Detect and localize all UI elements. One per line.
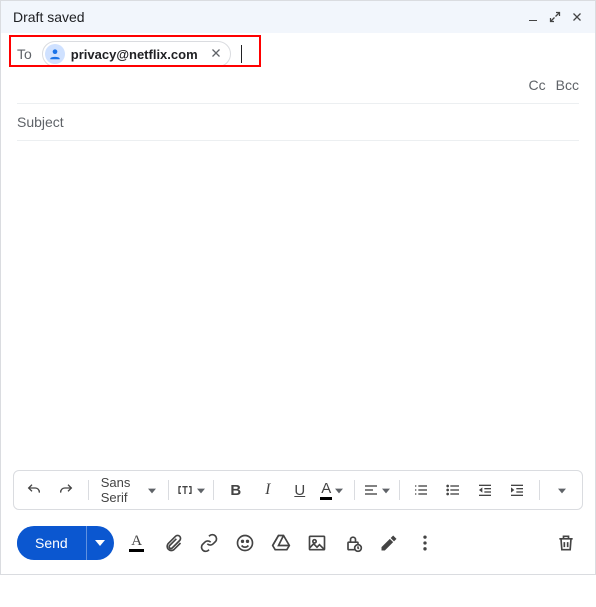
bottom-toolbar: Send A — [1, 518, 595, 574]
italic-button[interactable]: I — [254, 476, 282, 504]
font-size-button[interactable] — [177, 476, 205, 504]
close-icon[interactable] — [571, 11, 583, 23]
insert-signature-button[interactable] — [376, 530, 402, 556]
separator — [168, 480, 169, 500]
text-color-icon: A — [320, 480, 332, 500]
separator — [213, 480, 214, 500]
separator — [88, 480, 89, 500]
send-button-group: Send — [17, 526, 114, 560]
chip-remove-icon[interactable] — [208, 46, 224, 62]
chevron-down-icon — [148, 483, 156, 498]
window-title: Draft saved — [13, 9, 85, 25]
left-tools: Send A — [17, 526, 438, 560]
window-actions — [527, 11, 583, 23]
recipient-chip[interactable]: privacy@netflix.com — [42, 41, 231, 67]
bulleted-list-button[interactable] — [439, 476, 467, 504]
attach-file-button[interactable] — [160, 530, 186, 556]
expand-icon[interactable] — [549, 11, 561, 23]
cc-button[interactable]: Cc — [529, 77, 546, 93]
indent-more-button[interactable] — [503, 476, 531, 504]
font-family-label: Sans Serif — [101, 475, 143, 505]
send-options-button[interactable] — [86, 526, 114, 560]
recipient-email: privacy@netflix.com — [71, 47, 198, 62]
titlebar: Draft saved — [1, 1, 595, 33]
redo-button[interactable] — [52, 476, 80, 504]
more-formatting-button[interactable] — [548, 476, 576, 504]
insert-emoji-button[interactable] — [232, 530, 258, 556]
font-family-select[interactable]: Sans Serif — [97, 475, 161, 505]
to-row[interactable]: To privacy@netflix.com — [17, 33, 579, 73]
text-cursor — [241, 45, 242, 63]
chevron-down-icon — [197, 482, 205, 498]
cc-bcc-row: Cc Bcc — [17, 73, 579, 104]
compose-window: Draft saved To privacy@netflix.com — [0, 0, 596, 575]
formatting-toolbar: Sans Serif B I U A — [13, 470, 583, 510]
bcc-button[interactable]: Bcc — [556, 77, 579, 93]
recipients-section: To privacy@netflix.com Cc Bcc — [1, 33, 595, 470]
formatting-options-button[interactable]: A — [124, 530, 150, 556]
text-color-button[interactable]: A — [318, 476, 346, 504]
insert-photo-button[interactable] — [304, 530, 330, 556]
separator — [539, 480, 540, 500]
chevron-down-icon — [335, 482, 343, 498]
insert-link-button[interactable] — [196, 530, 222, 556]
numbered-list-button[interactable] — [407, 476, 435, 504]
avatar-icon — [45, 44, 65, 64]
undo-button[interactable] — [20, 476, 48, 504]
confidential-mode-button[interactable] — [340, 530, 366, 556]
indent-less-button[interactable] — [471, 476, 499, 504]
separator — [399, 480, 400, 500]
more-options-button[interactable] — [412, 530, 438, 556]
minimize-icon[interactable] — [527, 11, 539, 23]
body-textarea[interactable] — [17, 141, 579, 467]
align-button[interactable] — [363, 476, 391, 504]
subject-input[interactable] — [17, 104, 579, 141]
chevron-down-icon — [382, 482, 390, 498]
send-button[interactable]: Send — [17, 527, 86, 559]
separator — [354, 480, 355, 500]
underline-button[interactable]: U — [286, 476, 314, 504]
insert-drive-button[interactable] — [268, 530, 294, 556]
discard-draft-button[interactable] — [553, 530, 579, 556]
bold-button[interactable]: B — [222, 476, 250, 504]
to-label: To — [17, 46, 32, 62]
